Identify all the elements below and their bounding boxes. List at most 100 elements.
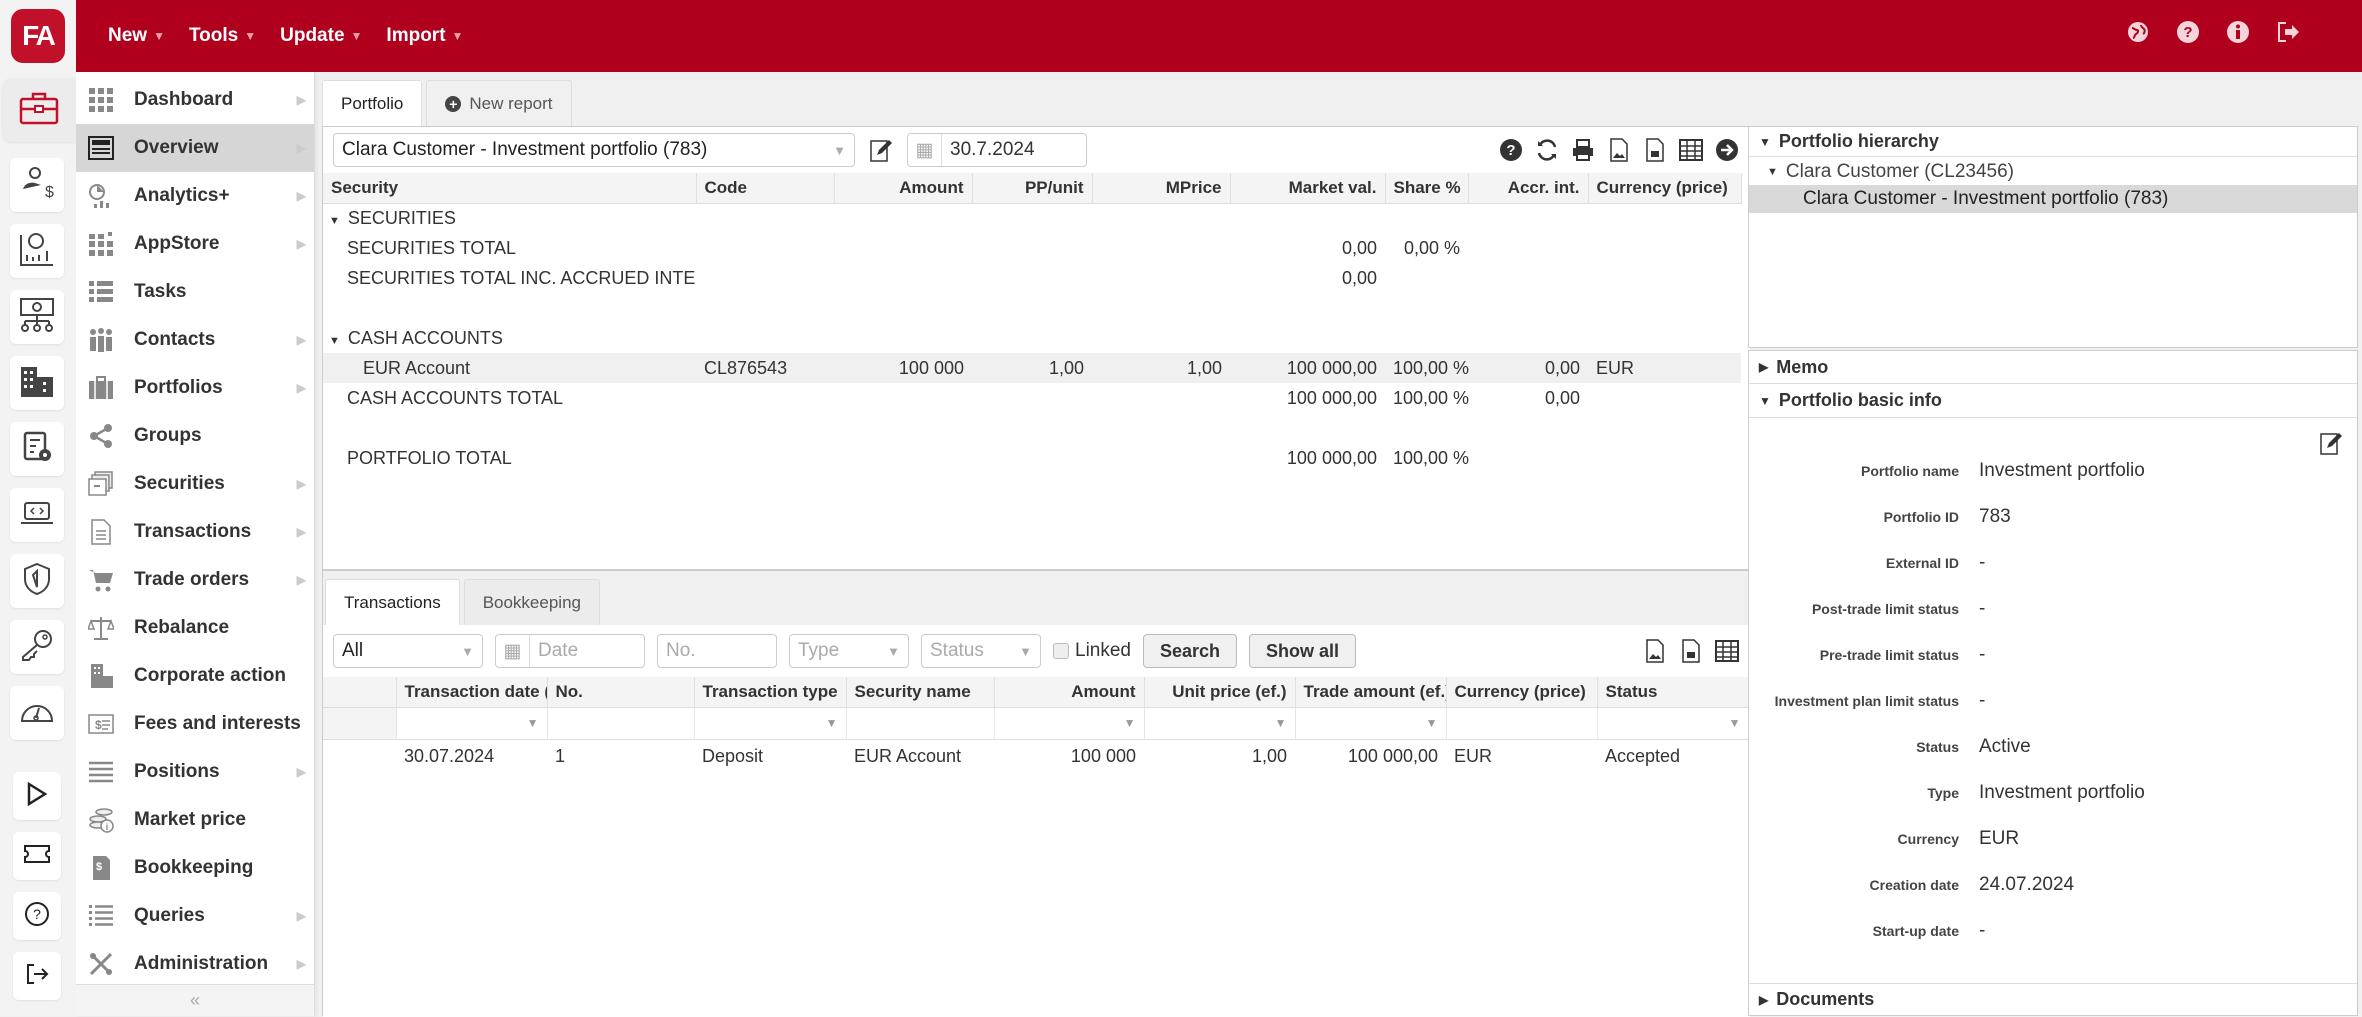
export-pdf-icon[interactable] (1678, 638, 1704, 664)
export-image-icon[interactable] (1642, 638, 1668, 664)
report-date-field[interactable]: ▦ 30.7.2024 (907, 133, 1087, 167)
sidebar-item-market-price[interactable]: i Market price (76, 796, 314, 844)
export-image-icon[interactable] (1606, 137, 1632, 163)
menu-tools[interactable]: Tools ▼ (177, 25, 268, 47)
column-filter[interactable]: ▼ (994, 707, 1145, 740)
column-header[interactable]: PP/unit (972, 173, 1093, 204)
column-filter[interactable]: ▼ (1144, 707, 1296, 740)
sidebar-item-contacts[interactable]: Contacts ▶ (76, 316, 314, 364)
column-header[interactable]: Transaction type (694, 677, 847, 708)
sidebar-item-analytics[interactable]: Analytics+ ▶ (76, 172, 314, 220)
tree-node-portfolio[interactable]: Clara Customer - Investment portfolio (7… (1749, 185, 2357, 213)
column-filter[interactable] (547, 707, 695, 740)
sidebar-item-groups[interactable]: Groups (76, 412, 314, 460)
rail-portfolio-manager[interactable] (2, 78, 76, 142)
help-icon[interactable]: ? (2174, 18, 2202, 46)
triangle-down-icon[interactable]: ▼ (329, 335, 340, 347)
basic-info-header[interactable]: ▼ Portfolio basic info (1749, 384, 2357, 418)
column-header[interactable]: Currency (price) (1588, 173, 1742, 204)
rail-access[interactable] (10, 620, 64, 674)
column-header[interactable]: Accr. int. (1468, 173, 1589, 204)
sidebar-item-fees-and-interests[interactable]: $ Fees and interests (76, 700, 314, 748)
column-filter[interactable]: ▼ (1597, 707, 1750, 740)
sidebar-item-rebalance[interactable]: Rebalance (76, 604, 314, 652)
rail-compliance[interactable] (10, 554, 64, 608)
tab-transactions[interactable]: Transactions (325, 579, 460, 625)
column-header[interactable]: No. (547, 677, 695, 708)
rail-performance[interactable] (10, 686, 64, 740)
column-header[interactable] (323, 677, 397, 708)
column-header[interactable]: Currency (price) (1446, 677, 1598, 708)
help-icon[interactable]: ? (1498, 137, 1524, 163)
sidebar-item-appstore[interactable]: AppStore ▶ (76, 220, 314, 268)
rail-tickets[interactable] (13, 832, 61, 880)
show-all-button[interactable]: Show all (1249, 634, 1357, 668)
export-pdf-icon[interactable] (1642, 137, 1668, 163)
column-header[interactable]: Unit price (ef.) (1144, 677, 1296, 708)
column-header[interactable]: Share % (1385, 173, 1469, 204)
sidebar-item-portfolios[interactable]: Portfolios ▶ (76, 364, 314, 412)
date-filter-field[interactable]: ▦ Date (495, 634, 645, 668)
column-filter[interactable] (1446, 707, 1598, 740)
menu-import[interactable]: Import ▼ (374, 25, 475, 47)
rail-organization[interactable] (10, 356, 64, 410)
portfolio-hierarchy-header[interactable]: ▼ Portfolio hierarchy (1749, 127, 2357, 157)
column-header[interactable]: Security (323, 173, 697, 204)
linked-checkbox-label[interactable]: Linked (1053, 640, 1131, 662)
column-header[interactable]: Trade amount (ef.) (1295, 677, 1447, 708)
triangle-down-icon[interactable]: ▼ (329, 215, 340, 227)
logout-icon[interactable] (2274, 18, 2302, 46)
column-header[interactable]: Transaction date (e (396, 677, 548, 708)
portfolio-select[interactable]: Clara Customer - Investment portfolio (7… (333, 133, 855, 167)
info-icon[interactable] (2224, 18, 2252, 46)
group-row[interactable]: ▼ CASH ACCOUNTS (323, 323, 1741, 353)
column-header[interactable]: Amount (994, 677, 1145, 708)
sidebar-item-securities[interactable]: Securities ▶ (76, 460, 314, 508)
transaction-row[interactable]: 30.07.2024 1 Deposit EUR Account 100 000 1,00… (323, 739, 1749, 773)
sidebar-item-corporate-action[interactable]: Corporate action (76, 652, 314, 700)
rail-settings[interactable] (10, 422, 64, 476)
column-header[interactable]: Status (1597, 677, 1750, 708)
column-header[interactable]: Amount (834, 173, 973, 204)
scope-select[interactable]: All ▼ (333, 634, 483, 668)
navigate-arrow-icon[interactable] (1714, 137, 1740, 163)
column-header[interactable]: Security name (846, 677, 995, 708)
sidebar-item-administration[interactable]: Administration ▶ (76, 940, 314, 988)
rail-run[interactable] (13, 772, 61, 820)
export-table-icon[interactable] (1714, 638, 1740, 664)
documents-header[interactable]: ▶ Documents (1749, 983, 2357, 1015)
column-header[interactable]: Code (696, 173, 835, 204)
globe-icon[interactable] (2124, 18, 2152, 46)
rail-help[interactable]: ? (13, 892, 61, 940)
memo-header[interactable]: ▶ Memo (1749, 351, 2357, 384)
app-logo[interactable]: FA (11, 9, 65, 63)
column-filter[interactable]: ▼ (694, 707, 847, 740)
sidebar-item-overview[interactable]: Overview ▶ (76, 124, 314, 172)
sidebar-item-trade-orders[interactable]: Trade orders ▶ (76, 556, 314, 604)
column-header[interactable]: Market val. (1230, 173, 1386, 204)
rail-developer[interactable] (10, 488, 64, 542)
menu-update[interactable]: Update ▼ (268, 25, 374, 47)
holding-row[interactable]: EUR Account CL876543 100 000 1,00 1,00 100 00… (323, 353, 1741, 383)
sidebar-item-positions[interactable]: Positions ▶ (76, 748, 314, 796)
linked-checkbox[interactable] (1053, 643, 1069, 659)
sidebar-item-queries[interactable]: Queries ▶ (76, 892, 314, 940)
collapse-sidebar-button[interactable]: « (76, 984, 314, 1016)
column-filter[interactable] (846, 707, 995, 740)
sidebar-item-dashboard[interactable]: Dashboard ▶ (76, 76, 314, 124)
sidebar-item-tasks[interactable]: Tasks (76, 268, 314, 316)
tab-new-report[interactable]: + New report (426, 80, 572, 126)
export-table-icon[interactable] (1678, 137, 1704, 163)
rail-analytics[interactable] (10, 224, 64, 278)
tab-bookkeeping[interactable]: Bookkeeping (463, 579, 600, 625)
tree-node-customer[interactable]: ▼ Clara Customer (CL23456) (1749, 159, 2357, 185)
sidebar-item-transactions[interactable]: Transactions ▶ (76, 508, 314, 556)
column-header[interactable]: MPrice (1092, 173, 1231, 204)
rail-client-advisor[interactable]: $ (10, 158, 64, 212)
edit-portfolio-icon[interactable] (869, 137, 893, 163)
rail-fund-management[interactable] (10, 290, 64, 344)
print-icon[interactable] (1570, 137, 1596, 163)
edit-info-icon[interactable] (2319, 430, 2343, 461)
column-filter[interactable]: ▼ (1295, 707, 1447, 740)
search-button[interactable]: Search (1143, 634, 1238, 668)
